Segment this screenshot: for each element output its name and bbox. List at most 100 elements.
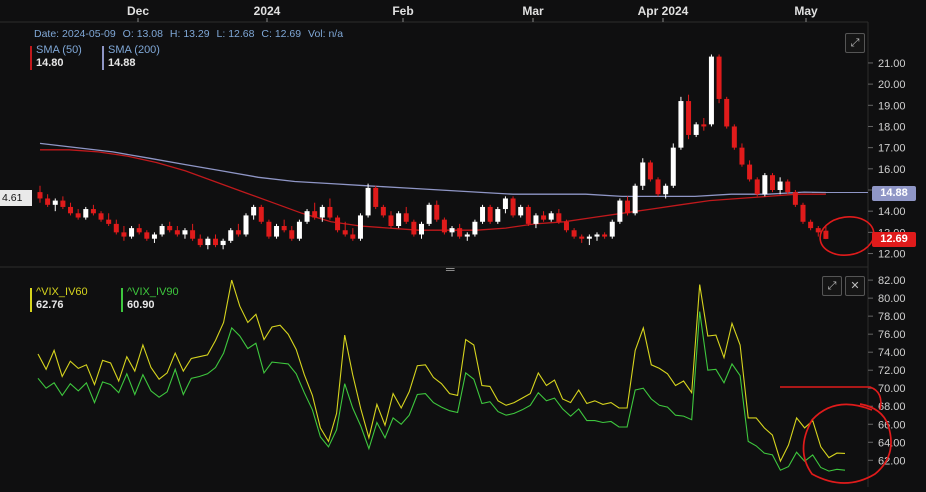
time-tick-label: Apr 2024 xyxy=(638,4,689,18)
candle-body xyxy=(106,219,112,224)
candle-body xyxy=(60,200,66,207)
candle-body xyxy=(769,175,775,190)
time-tick-label: Mar xyxy=(522,4,544,18)
candle-body xyxy=(396,213,402,226)
candle-body xyxy=(52,200,58,205)
candle-body xyxy=(380,206,386,216)
candle-body xyxy=(365,187,371,216)
candle-body xyxy=(480,206,486,222)
high-value: 13.29 xyxy=(183,28,210,40)
legend-iv60[interactable]: ^VIX_IV60 62.76 xyxy=(30,286,88,312)
legend-iv90[interactable]: ^VIX_IV90 60.90 xyxy=(121,286,179,312)
price-tick-label: 17.00 xyxy=(878,143,906,155)
crosshair-price-label: 4.61 xyxy=(0,190,32,206)
candle-body xyxy=(281,226,287,231)
candle-body xyxy=(701,124,707,127)
legend-sma50[interactable]: SMA (50) 14.80 xyxy=(30,44,82,70)
osc-tick-label: 78.00 xyxy=(878,311,906,323)
candle-body xyxy=(487,206,493,222)
price-tick-label: 21.00 xyxy=(878,58,906,70)
candle-body xyxy=(739,147,745,165)
osc-tick-label: 62.00 xyxy=(878,455,906,467)
candle-body xyxy=(708,56,714,125)
candle-body xyxy=(716,56,722,99)
candle-body xyxy=(762,175,768,195)
candle-body xyxy=(174,230,180,235)
candle-body xyxy=(647,162,653,180)
candle-body xyxy=(724,98,730,127)
candle-body xyxy=(243,215,249,235)
candle-body xyxy=(182,230,188,235)
candle-body xyxy=(37,192,43,199)
candle-body xyxy=(655,179,661,195)
candle-body xyxy=(548,213,554,220)
legend-iv90-value: 60.90 xyxy=(127,299,155,311)
candle-body xyxy=(441,219,447,233)
osc-tick-label: 76.00 xyxy=(878,329,906,341)
candle-body xyxy=(472,221,478,235)
candle-body xyxy=(68,206,74,214)
candle-body xyxy=(312,211,318,218)
legend-sma200-name: SMA (200) xyxy=(108,44,160,56)
time-tick-label: May xyxy=(794,4,818,18)
candle-body xyxy=(75,213,81,218)
candle-body xyxy=(510,198,516,216)
candle-body xyxy=(594,234,600,237)
osc-tick-label: 74.00 xyxy=(878,347,906,359)
candle-body xyxy=(212,238,218,246)
time-tick-label: 2024 xyxy=(254,4,281,18)
candle-body xyxy=(678,101,684,148)
candle-body xyxy=(632,185,638,214)
candle-body xyxy=(159,226,165,235)
candle-body xyxy=(45,198,51,205)
expand-oscillator-pane-icon[interactable]: ⤢ xyxy=(822,276,842,296)
candle-body xyxy=(808,221,814,229)
open-value: 13.08 xyxy=(136,28,163,40)
candle-body xyxy=(136,228,142,233)
osc-tick-label: 72.00 xyxy=(878,365,906,377)
vol-label: Vol: xyxy=(308,28,326,40)
high-label: H: xyxy=(169,28,181,40)
candle-body xyxy=(98,213,104,220)
candle-body xyxy=(579,236,585,239)
time-tick-label: Dec xyxy=(127,4,149,18)
candle-body xyxy=(747,164,753,180)
legend-iv90-name: ^VIX_IV90 xyxy=(127,286,179,298)
vol-value: n/a xyxy=(328,28,344,40)
close-oscillator-pane-icon[interactable]: ✕ xyxy=(845,276,865,296)
date-value: 2024-05-09 xyxy=(62,28,116,40)
price-tick-label: 14.00 xyxy=(878,206,906,218)
date-label: Date: xyxy=(34,28,60,40)
candle-body xyxy=(602,234,608,237)
candle-body xyxy=(228,230,234,241)
legend-sma200[interactable]: SMA (200) 14.88 xyxy=(102,44,160,70)
candle-body xyxy=(113,223,119,233)
legend-sma50-value: 14.80 xyxy=(36,57,64,69)
candle-body xyxy=(823,230,829,239)
candle-body xyxy=(190,230,196,239)
chart-root: 21.0020.0019.0018.0017.0016.0015.0014.00… xyxy=(0,0,926,487)
osc-tick-label: 82.00 xyxy=(878,275,906,287)
candle-body xyxy=(251,206,257,216)
close-value: 12.69 xyxy=(274,28,302,40)
candle-body xyxy=(457,228,463,237)
candle-body xyxy=(571,230,577,237)
ohlc-info-row: Date: 2024-05-09 O: 13.08 H: 13.29 L: 12… xyxy=(34,28,347,40)
pane-resize-handle-icon[interactable]: ═ xyxy=(446,262,455,276)
candle-body xyxy=(563,221,569,231)
candle-body xyxy=(785,181,791,193)
close-last-tag: 12.69 xyxy=(872,231,916,247)
low-value: 12.68 xyxy=(228,28,255,40)
candle-body xyxy=(319,206,325,218)
candle-body xyxy=(464,234,470,237)
candle-body xyxy=(266,221,272,237)
osc-tick-label: 80.00 xyxy=(878,293,906,305)
candle-body xyxy=(357,215,363,239)
osc-tick-label: 70.00 xyxy=(878,383,906,395)
candle-body xyxy=(434,204,440,220)
expand-price-pane-icon[interactable]: ⤢ xyxy=(845,33,865,53)
legend-iv60-name: ^VIX_IV60 xyxy=(36,286,88,298)
candle-body xyxy=(235,230,241,235)
candle-body xyxy=(686,101,692,135)
sma200-last-tag: 14.88 xyxy=(872,185,916,201)
